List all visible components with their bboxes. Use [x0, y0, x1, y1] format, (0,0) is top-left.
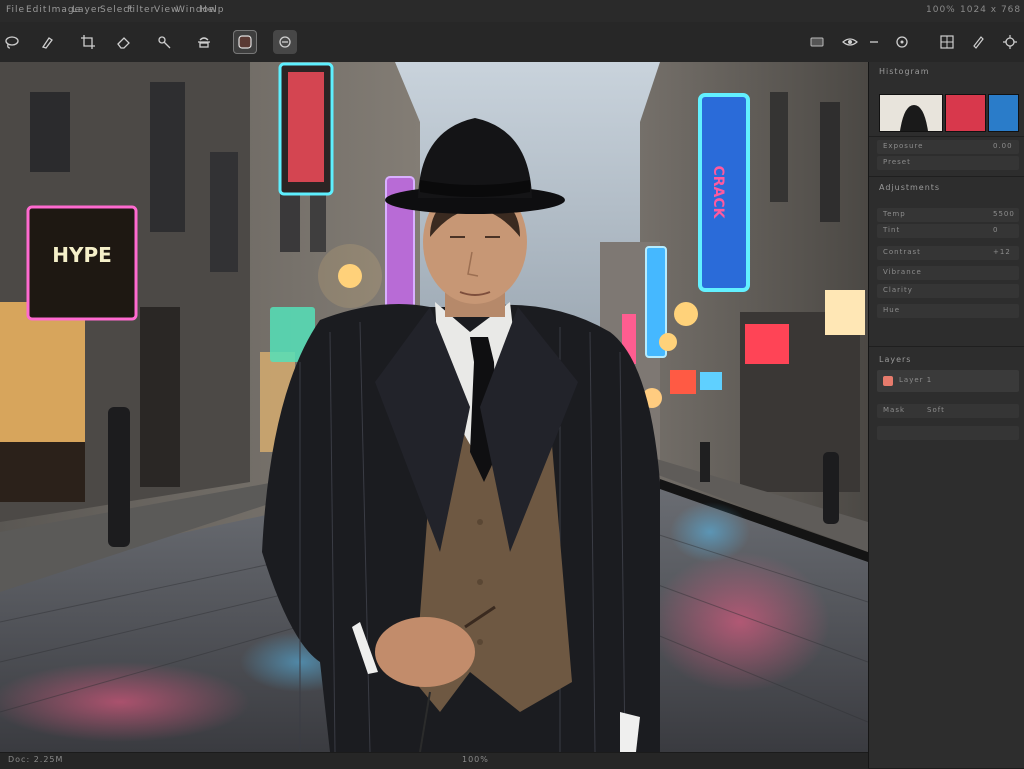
status-bar: Doc: 2.25M 100%: [0, 752, 868, 769]
eraser-icon: [117, 37, 130, 49]
layers-header[interactable]: Layers: [869, 352, 1024, 368]
grid-tool[interactable]: [935, 30, 959, 54]
swatch-blue[interactable]: [988, 94, 1019, 132]
image-canvas[interactable]: HYPE CRACK: [0, 62, 868, 752]
clone-tool[interactable]: [152, 30, 176, 54]
fill-icon: [198, 37, 210, 48]
adjustments-header[interactable]: Adjustments: [869, 180, 1024, 196]
status-doc-info: Doc: 2.25M: [8, 755, 64, 764]
adjustment-row-exposure[interactable]: Exposure 0.00: [877, 140, 1019, 154]
right-panel: Histogram Exposure 0.00 Preset Adjustment…: [868, 62, 1024, 768]
crop-icon: [81, 35, 95, 49]
adjustment-row-vibrance[interactable]: Vibrance: [877, 266, 1019, 280]
neon-sign-crack: CRACK: [710, 165, 726, 219]
settings-icon: [896, 36, 908, 48]
gear-icon: [1003, 35, 1017, 49]
mask-icon: [279, 36, 291, 48]
adjustment-row-contrast[interactable]: Contrast +12: [877, 246, 1019, 260]
minus-tool[interactable]: [862, 30, 886, 54]
layers-icon: [810, 37, 824, 47]
grid-icon: [940, 35, 954, 49]
divider: [869, 176, 1024, 177]
mask-tool[interactable]: [273, 30, 297, 54]
lasso-tool[interactable]: [0, 30, 24, 54]
photo: HYPE CRACK: [0, 62, 868, 752]
menu-help[interactable]: Help: [200, 5, 225, 15]
layer-row-1[interactable]: Layer 1: [877, 370, 1019, 392]
divider: [869, 136, 1024, 137]
brush-tool[interactable]: [36, 30, 60, 54]
eraser-tool[interactable]: [112, 30, 136, 54]
adjustment-row-hue[interactable]: Hue: [877, 304, 1019, 318]
menu-bar: File Edit Image Layer Select Filter View…: [0, 0, 1024, 23]
layer-color-tag: [883, 376, 893, 386]
eye-tool[interactable]: [838, 30, 862, 54]
preview-thumbnail: [880, 95, 942, 131]
swatch-red[interactable]: [945, 94, 987, 132]
pen-icon: [973, 36, 984, 49]
histogram-header[interactable]: Histogram: [869, 64, 1024, 80]
adjustment-row-temp[interactable]: Temp 5500: [877, 208, 1019, 222]
layer-row-empty[interactable]: [877, 426, 1019, 440]
brush-icon: [41, 37, 53, 49]
minus-icon: [870, 41, 878, 43]
clone-icon: [158, 36, 171, 49]
pen-tool[interactable]: [966, 30, 990, 54]
menu-edit[interactable]: Edit: [26, 5, 47, 15]
layer-row-mask[interactable]: Mask Soft: [877, 404, 1019, 418]
adjustment-row-tint[interactable]: Tint 0: [877, 224, 1019, 238]
swatch-image-preview[interactable]: [879, 94, 943, 132]
fill-tool[interactable]: [192, 30, 216, 54]
doc-size-readout: 1024 x 768: [960, 5, 1022, 15]
swatch-strip: [879, 94, 1019, 132]
layers-tool[interactable]: [805, 30, 829, 54]
menu-layer[interactable]: Layer: [72, 5, 102, 15]
menu-filter[interactable]: Filter: [127, 5, 155, 15]
color-swatch-tool[interactable]: [233, 30, 257, 54]
status-zoom: 100%: [462, 755, 489, 764]
adjustment-row-clarity[interactable]: Clarity: [877, 284, 1019, 298]
adjustment-row-preset[interactable]: Preset: [877, 156, 1019, 170]
neon-sign-hype: HYPE: [52, 243, 112, 267]
lasso-icon: [5, 36, 19, 49]
tool-bar: [0, 22, 1024, 63]
menu-file[interactable]: File: [6, 5, 25, 15]
crop-tool[interactable]: [76, 30, 100, 54]
color-swatch-icon: [238, 35, 252, 49]
zoom-readout: 100%: [926, 5, 956, 15]
gear-tool[interactable]: [998, 30, 1022, 54]
divider: [869, 346, 1024, 347]
settings-tool[interactable]: [890, 30, 914, 54]
eye-icon: [842, 38, 858, 46]
